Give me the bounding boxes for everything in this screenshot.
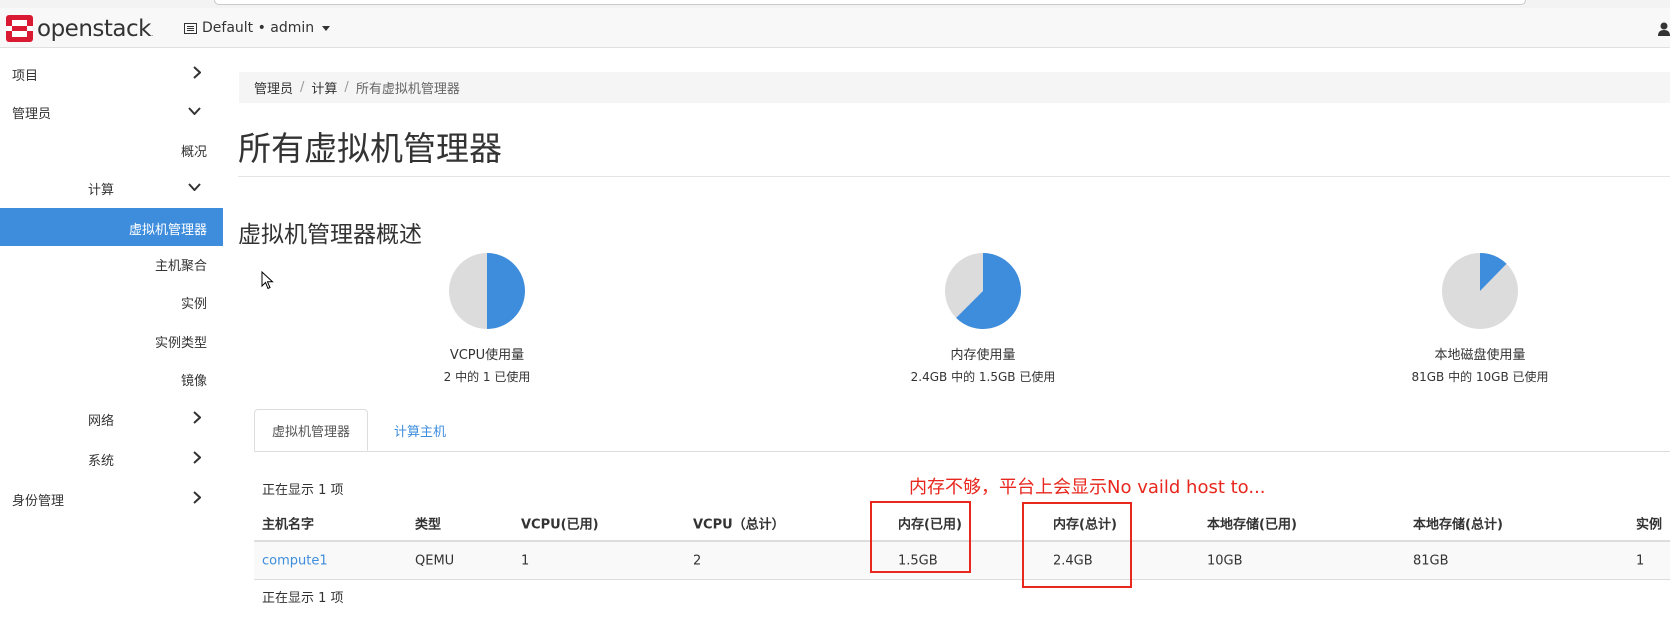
project-switcher[interactable]: Default • admin [184,20,331,36]
usage-label: 内存使用量 [950,348,1016,363]
user-icon[interactable] [1658,22,1670,36]
sidebar-item-label: 计算 [88,183,115,198]
memory-usage-pie [945,253,1022,329]
usage-label: VCPU使用量 [449,348,525,363]
title-divider [238,176,1670,177]
sidebar-item-admin[interactable]: 管理员 [0,95,223,127]
col-hostname[interactable]: 主机名字 [262,514,314,533]
sidebar-item-label: 项目 [12,69,39,84]
col-vcpu-used[interactable]: VCPU(已用) [521,514,599,533]
tab-bar: 虚拟机管理器 计算主机 [254,409,1670,452]
top-navbar: openstack. Default • admin [0,8,1670,48]
address-bar-edge[interactable] [214,0,1526,5]
project-switcher-label: Default • admin [202,20,315,36]
sidebar-item-identity[interactable]: 身份管理 [0,482,223,514]
cell-instances: 1 [1636,553,1645,568]
mouse-cursor-icon [261,271,274,290]
section-title: 虚拟机管理器概述 [238,222,422,248]
sidebar-item-label: 身份管理 [12,494,65,509]
annotation-box-memory-total [1022,502,1132,588]
cell-storage-used: 10GB [1207,553,1243,568]
sidebar-item-label: 主机聚合 [154,259,207,274]
breadcrumb-item-admin[interactable]: 管理员 [254,78,293,97]
cell-type: QEMU [415,553,455,568]
col-storage-used[interactable]: 本地存储(已用) [1207,514,1297,533]
sidebar-item-overview[interactable]: 概况 [0,133,223,165]
pie-used-slice [487,253,525,329]
tab-compute-hosts[interactable]: 计算主机 [368,409,472,451]
openstack-logo[interactable]: openstack. [6,15,153,42]
cell-vcpu-total: 2 [693,553,702,568]
chevron-right-icon [193,451,201,464]
openstack-logo-icon [6,15,33,42]
sidebar-item-compute[interactable]: 计算 [0,171,223,203]
chevron-right-icon [193,491,201,504]
col-storage-total[interactable]: 本地存储(总计) [1413,514,1503,533]
usage-label: 本地磁盘使用量 [1434,348,1526,363]
hostname-link[interactable]: compute1 [262,553,328,568]
sidebar-item-network[interactable]: 网络 [0,402,223,434]
col-instances[interactable]: 实例 [1636,514,1662,533]
item-count-top: 正在显示 1 项 [262,483,344,498]
annotation-note: 内存不够，平台上会显示No vaild host to... [909,477,1266,498]
usage-detail: 2.4GB 中的 1.5GB 已使用 [910,370,1056,384]
item-count-bottom: 正在显示 1 项 [262,591,344,606]
caret-down-icon [322,25,331,31]
cell-vcpu-used: 1 [521,553,530,568]
sidebar-item-label: 实例类型 [154,336,207,351]
sidebar-item-label: 实例 [180,297,207,312]
chevron-right-icon [193,66,201,79]
chevron-down-icon [188,107,201,115]
breadcrumb-item-current: 所有虚拟机管理器 [355,82,460,97]
cell-storage-total: 81GB [1413,553,1449,568]
disk-usage-pie [1442,253,1518,329]
col-type[interactable]: 类型 [415,514,441,533]
sidebar-item-instances[interactable]: 实例 [0,284,223,320]
sidebar-item-system[interactable]: 系统 [0,442,223,474]
breadcrumb-item-compute[interactable]: 计算 [311,78,337,97]
sidebar-item-label: 系统 [88,454,115,469]
sidebar-item-host-aggregates[interactable]: 主机聚合 [0,246,223,282]
sidebar-item-label: 概况 [180,145,207,160]
sidebar-item-flavors[interactable]: 实例类型 [0,323,223,359]
sidebar-item-label: 镜像 [180,374,207,389]
breadcrumb: 管理员 / 计算 / 所有虚拟机管理器 [239,72,1670,103]
usage-vcpu: VCPU使用量 2 中的 1 已使用 [357,252,617,385]
tab-hypervisors[interactable]: 虚拟机管理器 [254,409,368,451]
vcpu-usage-pie [449,253,525,329]
usage-memory: 内存使用量 2.4GB 中的 1.5GB 已使用 [853,252,1113,385]
page-title: 所有虚拟机管理器 [238,129,502,168]
usage-disk: 本地磁盘使用量 81GB 中的 10GB 已使用 [1350,252,1610,385]
chevron-right-icon [193,411,201,424]
col-vcpu-total[interactable]: VCPU（总计） [693,514,785,533]
logo-text: openstack [37,15,151,42]
sidebar-item-label: 虚拟机管理器 [128,223,207,238]
chevron-down-icon [188,183,201,191]
sidebar: 项目 管理员 概况 计算 虚拟机管理器 主机聚合 实例 实例类型 镜像 网络 系… [0,48,223,624]
sidebar-item-images[interactable]: 镜像 [0,361,223,397]
annotation-box-memory-used [870,501,971,573]
sidebar-item-label: 管理员 [12,107,52,122]
sidebar-item-project[interactable]: 项目 [0,57,223,89]
usage-detail: 2 中的 1 已使用 [443,370,531,384]
usage-detail: 81GB 中的 10GB 已使用 [1411,370,1549,384]
sidebar-item-label: 网络 [88,414,115,429]
project-list-icon [184,22,197,34]
sidebar-item-hypervisors[interactable]: 虚拟机管理器 [0,208,223,246]
